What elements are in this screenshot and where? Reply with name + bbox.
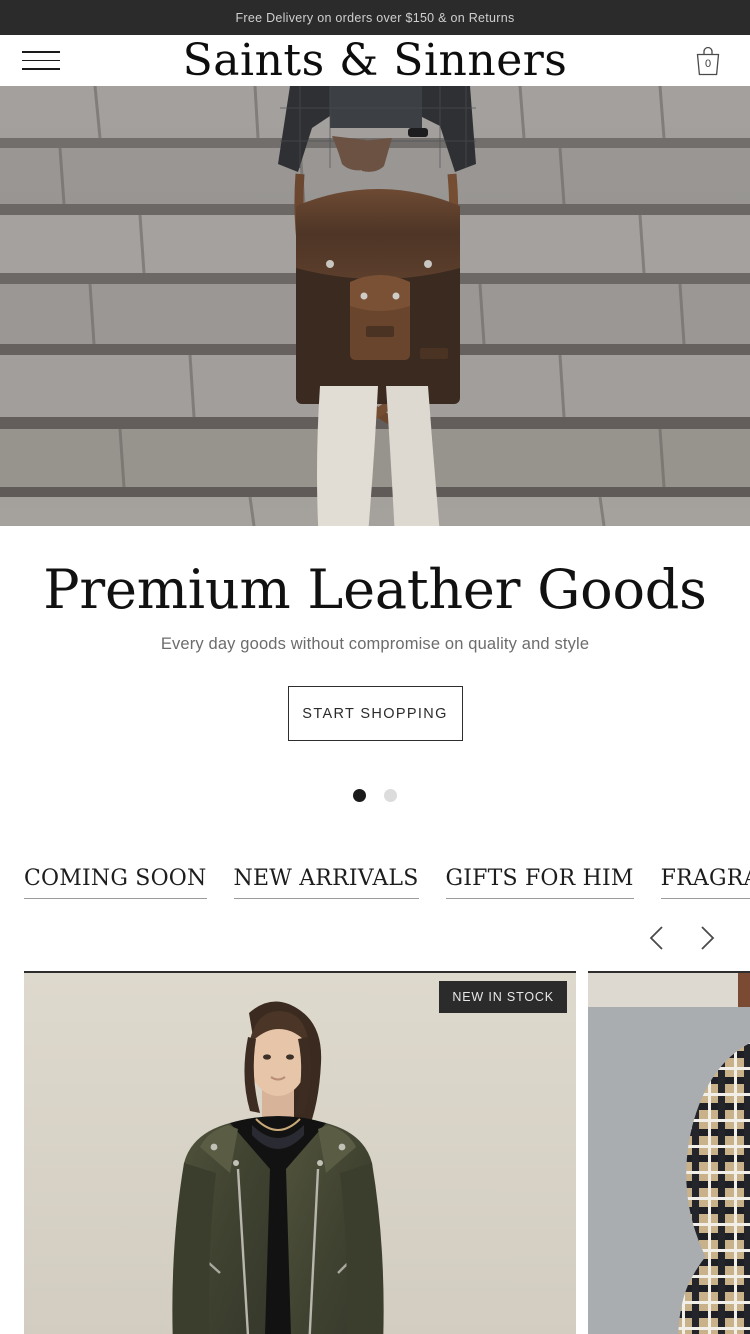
category-coming-soon[interactable]: COMING SOON [24, 866, 207, 899]
category-fragrance[interactable]: FRAGRANCE [660, 866, 750, 899]
product-image-checked-knit [588, 973, 750, 1334]
logo-link[interactable]: Saints & Sinners [183, 38, 568, 83]
hero-carousel-dots [0, 789, 750, 802]
product-carousel: NEW IN STOCK [0, 971, 750, 1334]
category-nav: COMING SOON NEW ARRIVALS GIFTS FOR HIM F… [0, 866, 750, 899]
cart-count-badge: 0 [704, 57, 712, 70]
announcement-text: Free Delivery on orders over $150 & on R… [235, 10, 515, 25]
chevron-right-icon [701, 926, 715, 950]
category-new-arrivals[interactable]: NEW ARRIVALS [233, 866, 419, 899]
product-badge: NEW IN STOCK [439, 981, 567, 1013]
hamburger-line [22, 59, 60, 62]
hamburger-menu-icon[interactable] [22, 48, 60, 74]
carousel-dot-1[interactable] [353, 789, 366, 802]
hamburger-line [22, 51, 60, 53]
hero-subtitle: Every day goods without compromise on qu… [160, 635, 590, 653]
start-shopping-button[interactable]: START SHOPPING [287, 686, 463, 741]
hero-cta-wrapper: START SHOPPING [0, 686, 750, 741]
hero-illustration [0, 86, 750, 526]
hero-copy: Premium Leather Goods Every day goods wi… [0, 526, 750, 802]
chevron-left-icon [649, 926, 663, 950]
site-header: Saints & Sinners 0 [0, 35, 750, 86]
carousel-prev-button[interactable] [642, 923, 672, 953]
cart-button[interactable]: 0 [688, 41, 728, 81]
site-logo: Saints & Sinners [0, 38, 750, 83]
product-image-leather-jacket [24, 973, 576, 1334]
carousel-next-button[interactable] [692, 923, 722, 953]
announcement-bar: Free Delivery on orders over $150 & on R… [0, 0, 750, 35]
carousel-dot-2[interactable] [384, 789, 397, 802]
hero-title: Premium Leather Goods [43, 558, 707, 621]
hero-banner-image[interactable] [0, 86, 750, 526]
product-card[interactable] [588, 971, 750, 1334]
homepage: Free Delivery on orders over $150 & on R… [0, 0, 750, 1334]
hamburger-line [22, 68, 60, 70]
category-gifts-for-him[interactable]: GIFTS FOR HIM [445, 866, 634, 899]
product-carousel-controls [0, 899, 750, 953]
product-card[interactable]: NEW IN STOCK [24, 971, 576, 1334]
